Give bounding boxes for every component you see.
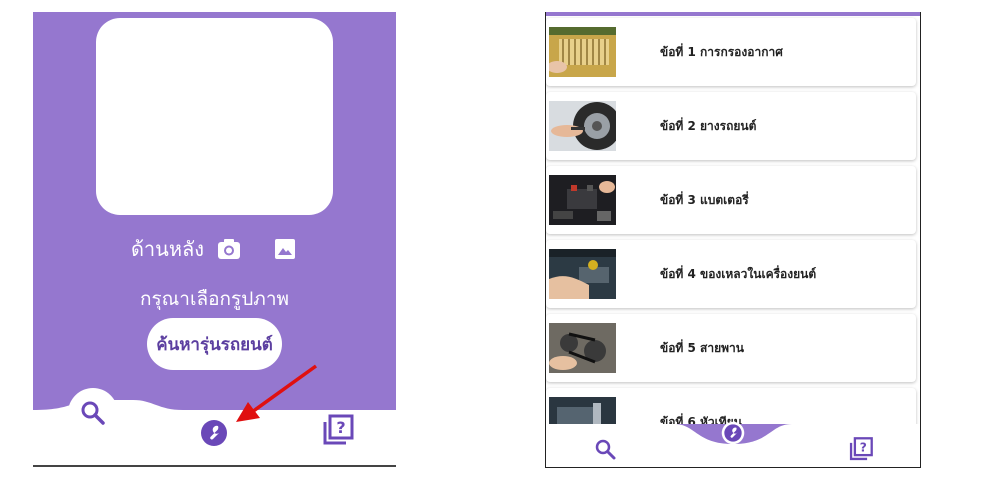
help-icon: ? [323,414,354,445]
wrench-icon [201,420,227,446]
tire-photo [549,101,616,151]
list-item-label: ข้อที่ 4 ของเหลวในเครื่องยนต์ [660,266,817,281]
air-filter-photo [549,27,616,77]
side-label: ด้านหลัง [130,237,205,261]
help-icon: ? [849,437,873,461]
list-item[interactable]: ข้อที่ 4 ของเหลวในเครื่องยนต์ [546,240,916,308]
nav-search[interactable] [592,436,618,462]
left-screen-bottom-line [33,465,396,467]
svg-text:?: ? [336,418,345,437]
battery-photo [549,175,616,225]
belt-photo [549,323,616,373]
svg-text:?: ? [860,440,867,454]
annotation-arrow [236,364,318,422]
list-item-label: ข้อที่ 5 สายพาน [660,340,744,355]
right-bottom-nav: ? [546,421,920,467]
list-item[interactable]: ข้อที่ 1 การกรองอากาศ [546,18,916,86]
nav-help[interactable]: ? [846,434,876,464]
right-phone-screen: ข้อที่ 1 การกรองอากาศ ข้อที่ 2 ยางรถยนต์ [545,12,921,468]
right-top-bar [546,12,920,16]
search-icon [81,401,105,425]
list-item[interactable]: ข้อที่ 3 แบตเตอรี่ [546,166,916,234]
nav-maintenance-active[interactable] [712,418,754,448]
photo-preview-box[interactable] [96,18,333,215]
nav-help[interactable]: ? [320,412,356,448]
engine-fluid-photo [549,249,616,299]
camera-icon[interactable] [216,236,242,262]
left-bottom-nav: ? [33,388,396,466]
left-phone-screen: ด้านหลัง กรุณาเลือกรูปภาพ ค้นหารุ่นรถยนต… [33,12,396,466]
nav-search-active[interactable] [68,388,118,438]
list-item-label: ข้อที่ 2 ยางรถยนต์ [660,118,757,133]
list-item[interactable]: ข้อที่ 2 ยางรถยนต์ [546,92,916,160]
nav-maintenance[interactable] [199,418,229,448]
image-icon[interactable] [272,236,298,262]
choose-image-prompt: กรุณาเลือกรูปภาพ [139,288,290,310]
list-item-label: ข้อที่ 3 แบตเตอรี่ [660,192,749,207]
wrench-icon [721,421,745,445]
search-icon [595,439,616,460]
list-item[interactable]: ข้อที่ 5 สายพาน [546,314,916,382]
list-item-label: ข้อที่ 1 การกรองอากาศ [660,44,783,59]
side-selector-row: ด้านหลัง [33,234,396,264]
